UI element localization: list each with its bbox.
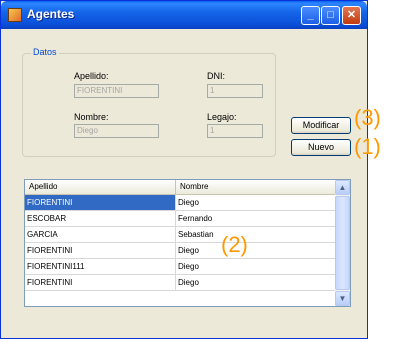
dni-label: DNI:	[207, 71, 225, 81]
nombre-label: Nombre:	[74, 112, 109, 122]
close-button[interactable]: ✕	[342, 6, 361, 25]
nombre-field[interactable]: Diego	[74, 124, 159, 138]
scroll-thumb[interactable]	[335, 196, 350, 290]
cell-nombre: Fernando	[175, 211, 335, 226]
cell-apellido: GARCIA	[27, 230, 58, 239]
datos-groupbox	[22, 53, 276, 157]
cell-nombre: Sebastian	[175, 227, 335, 242]
cell-apellido: FIORENTINI111	[27, 262, 85, 271]
title-bar[interactable]: Agentes _ □ ✕	[1, 1, 367, 29]
column-header-apellido[interactable]: Apellido	[25, 180, 175, 194]
annotation-3: (3)	[354, 105, 381, 130]
dni-field[interactable]: 1	[207, 84, 263, 98]
cell-nombre: Diego	[175, 195, 335, 210]
table-row[interactable]: GARCIA Sebastian	[25, 227, 335, 243]
modificar-button[interactable]: Modificar	[291, 117, 351, 134]
maximize-button[interactable]: □	[321, 6, 340, 25]
apellido-field[interactable]: FIORENTINI	[74, 84, 159, 98]
cell-apellido: FIORENTINI	[27, 278, 73, 287]
datos-legend: Datos	[31, 47, 59, 57]
apellido-label: Apellido:	[74, 71, 109, 81]
table-row[interactable]: ESCOBAR Fernando	[25, 211, 335, 227]
cell-apellido: FIORENTINI	[27, 246, 73, 255]
legajo-field[interactable]: 1	[207, 124, 263, 138]
table-row[interactable]: FIORENTINI Diego	[25, 243, 335, 259]
nuevo-button[interactable]: Nuevo	[291, 139, 351, 156]
grid-header: Apellido Nombre	[25, 180, 335, 195]
annotation-2: (2)	[221, 232, 248, 257]
legajo-label: Legajo:	[207, 112, 237, 122]
table-row[interactable]: FIORENTINI111 Diego	[25, 259, 335, 275]
cell-nombre: Diego	[175, 275, 335, 290]
annotation-1: (1)	[354, 134, 381, 159]
agentes-grid[interactable]: Apellido Nombre FIORENTINI Diego ESCOBAR…	[24, 179, 351, 307]
app-icon	[8, 8, 22, 22]
chevron-up-icon[interactable]: ▲	[335, 180, 350, 195]
window-title: Agentes	[27, 7, 75, 21]
table-row[interactable]: FIORENTINI Diego	[25, 195, 335, 211]
cell-apellido: ESCOBAR	[27, 214, 67, 223]
table-row[interactable]: FIORENTINI Diego	[25, 275, 335, 291]
agentes-window: Agentes _ □ ✕ Datos Apellido: FIORENTINI…	[0, 0, 368, 339]
cell-nombre: Diego	[175, 243, 335, 258]
vertical-scrollbar[interactable]: ▲ ▼	[335, 180, 350, 306]
minimize-button[interactable]: _	[301, 6, 320, 25]
cell-apellido: FIORENTINI	[27, 198, 73, 207]
cell-nombre: Diego	[175, 259, 335, 274]
chevron-down-icon[interactable]: ▼	[335, 291, 350, 306]
column-header-nombre[interactable]: Nombre	[175, 180, 335, 194]
